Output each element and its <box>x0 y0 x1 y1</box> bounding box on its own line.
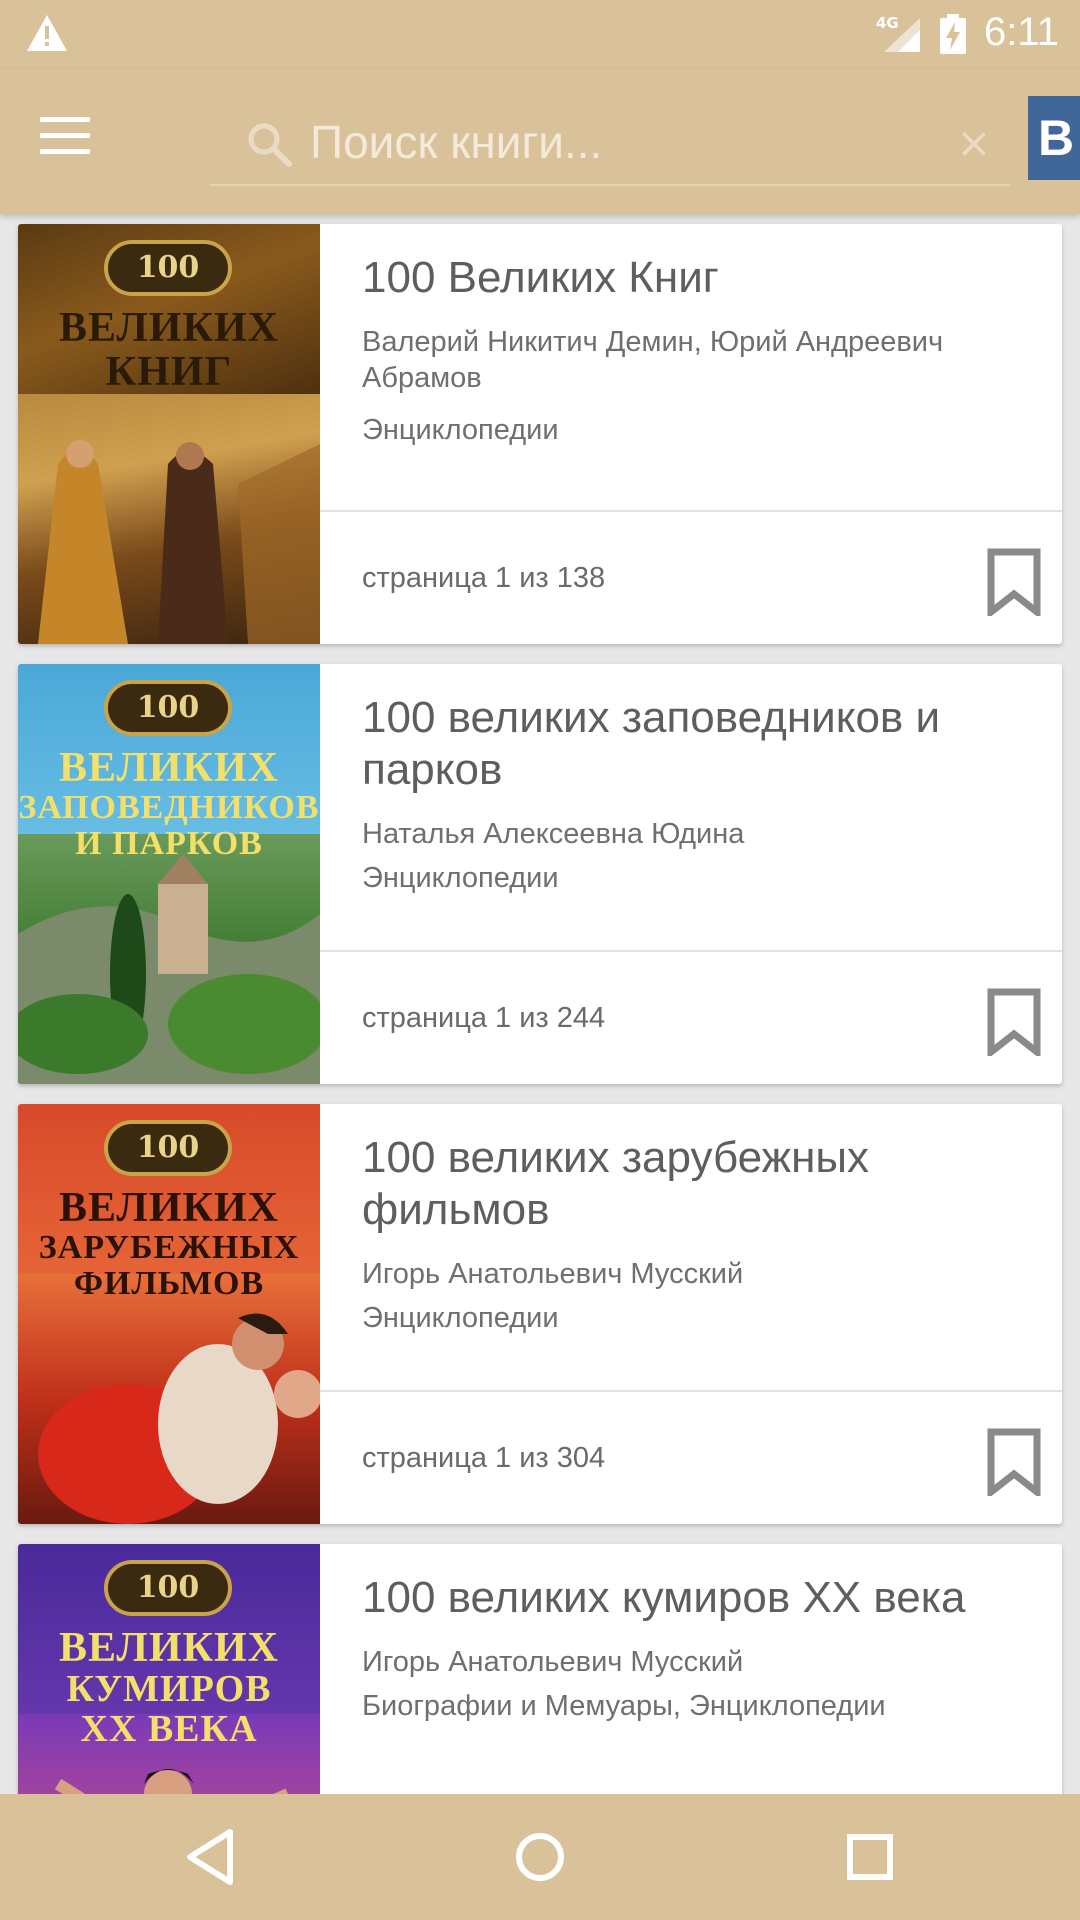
book-title: 100 великих заповедников и парков <box>362 693 941 794</box>
book-card[interactable]: 100 ВЕЛИКИХ КУМИРОВ XX ВЕКА 100 великих … <box>18 1544 1062 1794</box>
reading-progress: страница 1 из 244 <box>362 1002 606 1034</box>
card-divider <box>320 950 1062 952</box>
book-genre: Энциклопедии <box>362 1302 559 1334</box>
home-circle-icon[interactable] <box>505 1824 575 1890</box>
book-authors: Игорь Анатольевич Мусский <box>362 1258 744 1290</box>
cover-badge: 100 <box>104 680 232 736</box>
bookmark-icon[interactable] <box>986 548 1042 616</box>
cover-title: ВЕЛИКИХ КУМИРОВ XX ВЕКА <box>59 1625 279 1750</box>
book-title: 100 великих зарубежных фильмов <box>362 1133 869 1234</box>
vk-button[interactable]: В <box>1028 96 1080 180</box>
reading-progress: страница 1 из 304 <box>362 1442 606 1474</box>
book-info: 100 Великих Книг Валерий Никитич Демин, … <box>320 224 1062 644</box>
recents-square-icon[interactable] <box>835 1824 905 1890</box>
cover-title: ВЕЛИКИХ ЗАПОВЕДНИКОВ И ПАРКОВ <box>18 745 320 862</box>
navigation-bar <box>0 1794 1080 1920</box>
book-card[interactable]: 100 ВЕЛИКИХ КНИГ 100 Великих Книг Валери… <box>18 224 1062 644</box>
book-title: 100 Великих Книг <box>362 253 719 302</box>
book-authors: Игорь Анатольевич Мусский <box>362 1646 744 1678</box>
search-bar[interactable]: × <box>210 99 1010 186</box>
status-bar: 4G 6:11 <box>0 0 1080 69</box>
book-cover-image: 100 ВЕЛИКИХ ЗАРУБЕЖНЫХ ФИЛЬМОВ <box>18 1104 320 1524</box>
cover-title: ВЕЛИКИХ ЗАРУБЕЖНЫХ ФИЛЬМОВ <box>38 1185 300 1302</box>
cover-badge: 100 <box>104 1560 232 1616</box>
warning-triangle-icon <box>27 15 67 51</box>
hamburger-menu-icon[interactable] <box>40 117 104 161</box>
reading-progress: страница 1 из 138 <box>362 562 606 594</box>
app-bar: × В <box>0 69 1080 214</box>
close-icon[interactable]: × <box>952 121 996 165</box>
book-info: 100 великих кумиров XX века Игорь Анатол… <box>320 1544 1062 1794</box>
search-icon <box>248 123 292 167</box>
cell-signal-icon <box>884 18 920 52</box>
book-cover-image: 100 ВЕЛИКИХ ЗАПОВЕДНИКОВ И ПАРКОВ <box>18 664 320 1084</box>
bookmark-icon[interactable] <box>986 988 1042 1056</box>
book-info: 100 великих заповедников и парков Наталь… <box>320 664 1062 1084</box>
battery-charging-icon <box>940 14 966 54</box>
book-genre: Энциклопедии <box>362 414 559 446</box>
book-card[interactable]: 100 ВЕЛИКИХ ЗАПОВЕДНИКОВ И ПАРКОВ 100 ве… <box>18 664 1062 1084</box>
status-clock: 6:11 <box>984 10 1059 54</box>
cover-title: ВЕЛИКИХ КНИГ <box>59 305 279 396</box>
book-authors: Наталья Алексеевна Юдина <box>362 818 745 850</box>
book-list[interactable]: 100 ВЕЛИКИХ КНИГ 100 Великих Книг Валери… <box>0 214 1080 1794</box>
book-cover-image: 100 ВЕЛИКИХ КНИГ <box>18 224 320 644</box>
bookmark-icon[interactable] <box>986 1428 1042 1496</box>
book-genre: Биографии и Мемуары, Энциклопедии <box>362 1690 886 1722</box>
cover-badge: 100 <box>104 1120 232 1176</box>
cover-badge: 100 <box>104 240 232 296</box>
card-divider <box>320 510 1062 512</box>
book-authors: Валерий Никитич Демин, Юрий Андреевич Аб… <box>362 326 944 394</box>
book-card[interactable]: 100 ВЕЛИКИХ ЗАРУБЕЖНЫХ ФИЛЬМОВ 100 велик… <box>18 1104 1062 1524</box>
book-title: 100 великих кумиров XX века <box>362 1573 966 1622</box>
card-divider <box>320 1390 1062 1392</box>
book-info: 100 великих зарубежных фильмов Игорь Ана… <box>320 1104 1062 1524</box>
book-genre: Энциклопедии <box>362 862 559 894</box>
search-input[interactable] <box>310 109 910 175</box>
book-cover-image: 100 ВЕЛИКИХ КУМИРОВ XX ВЕКА <box>18 1544 320 1794</box>
back-triangle-icon[interactable] <box>178 1824 248 1890</box>
